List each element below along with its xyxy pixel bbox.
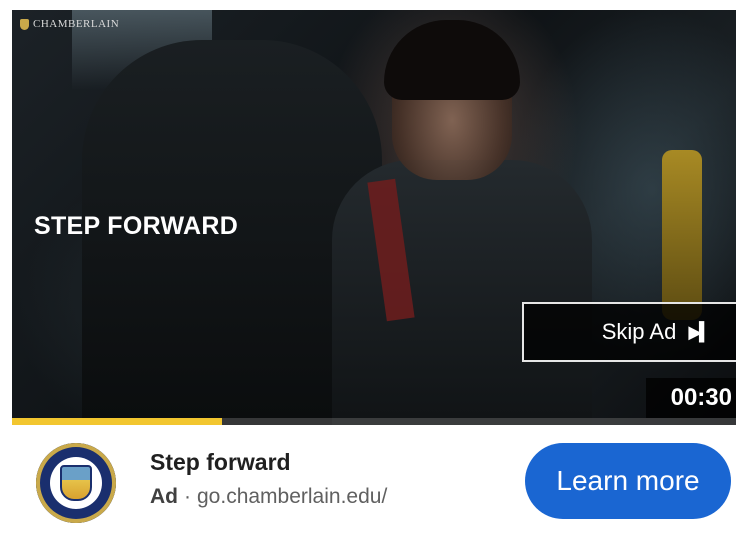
ad-title[interactable]: Step forward xyxy=(150,449,291,476)
ad-url[interactable]: go.chamberlain.edu/ xyxy=(197,485,387,509)
video-player[interactable]: CHAMBERLAIN STEP FORWARD Skip Ad ▶▍ 00:3… xyxy=(12,10,736,425)
ad-progress-fill xyxy=(12,418,222,425)
ad-countdown-timer: 00:30 xyxy=(646,378,736,418)
person-figure-hair xyxy=(384,20,520,100)
ad-info-bar: Step forward Ad · go.chamberlain.edu/ Le… xyxy=(0,425,736,535)
video-brand-logo-text: CHAMBERLAIN xyxy=(33,18,120,30)
ad-separator: · xyxy=(184,485,191,508)
shield-icon xyxy=(20,18,29,30)
seal-inner xyxy=(50,457,102,509)
ad-meta: Ad · go.chamberlain.edu/ xyxy=(150,485,387,509)
ad-progress-bar xyxy=(12,418,736,425)
video-brand-logo: CHAMBERLAIN xyxy=(20,18,119,30)
skip-next-icon: ▶▍ xyxy=(688,321,713,342)
video-headline: STEP FORWARD xyxy=(34,212,239,240)
yellow-jacket-stripe xyxy=(662,150,702,320)
ad-badge: Ad xyxy=(150,485,178,508)
seal-shield xyxy=(60,465,92,501)
skip-ad-label: Skip Ad xyxy=(601,319,677,344)
learn-more-button[interactable]: Learn more xyxy=(525,443,731,519)
chamberlain-seal-icon[interactable] xyxy=(36,443,116,523)
skip-ad-button[interactable]: Skip Ad ▶▍ xyxy=(522,302,736,362)
